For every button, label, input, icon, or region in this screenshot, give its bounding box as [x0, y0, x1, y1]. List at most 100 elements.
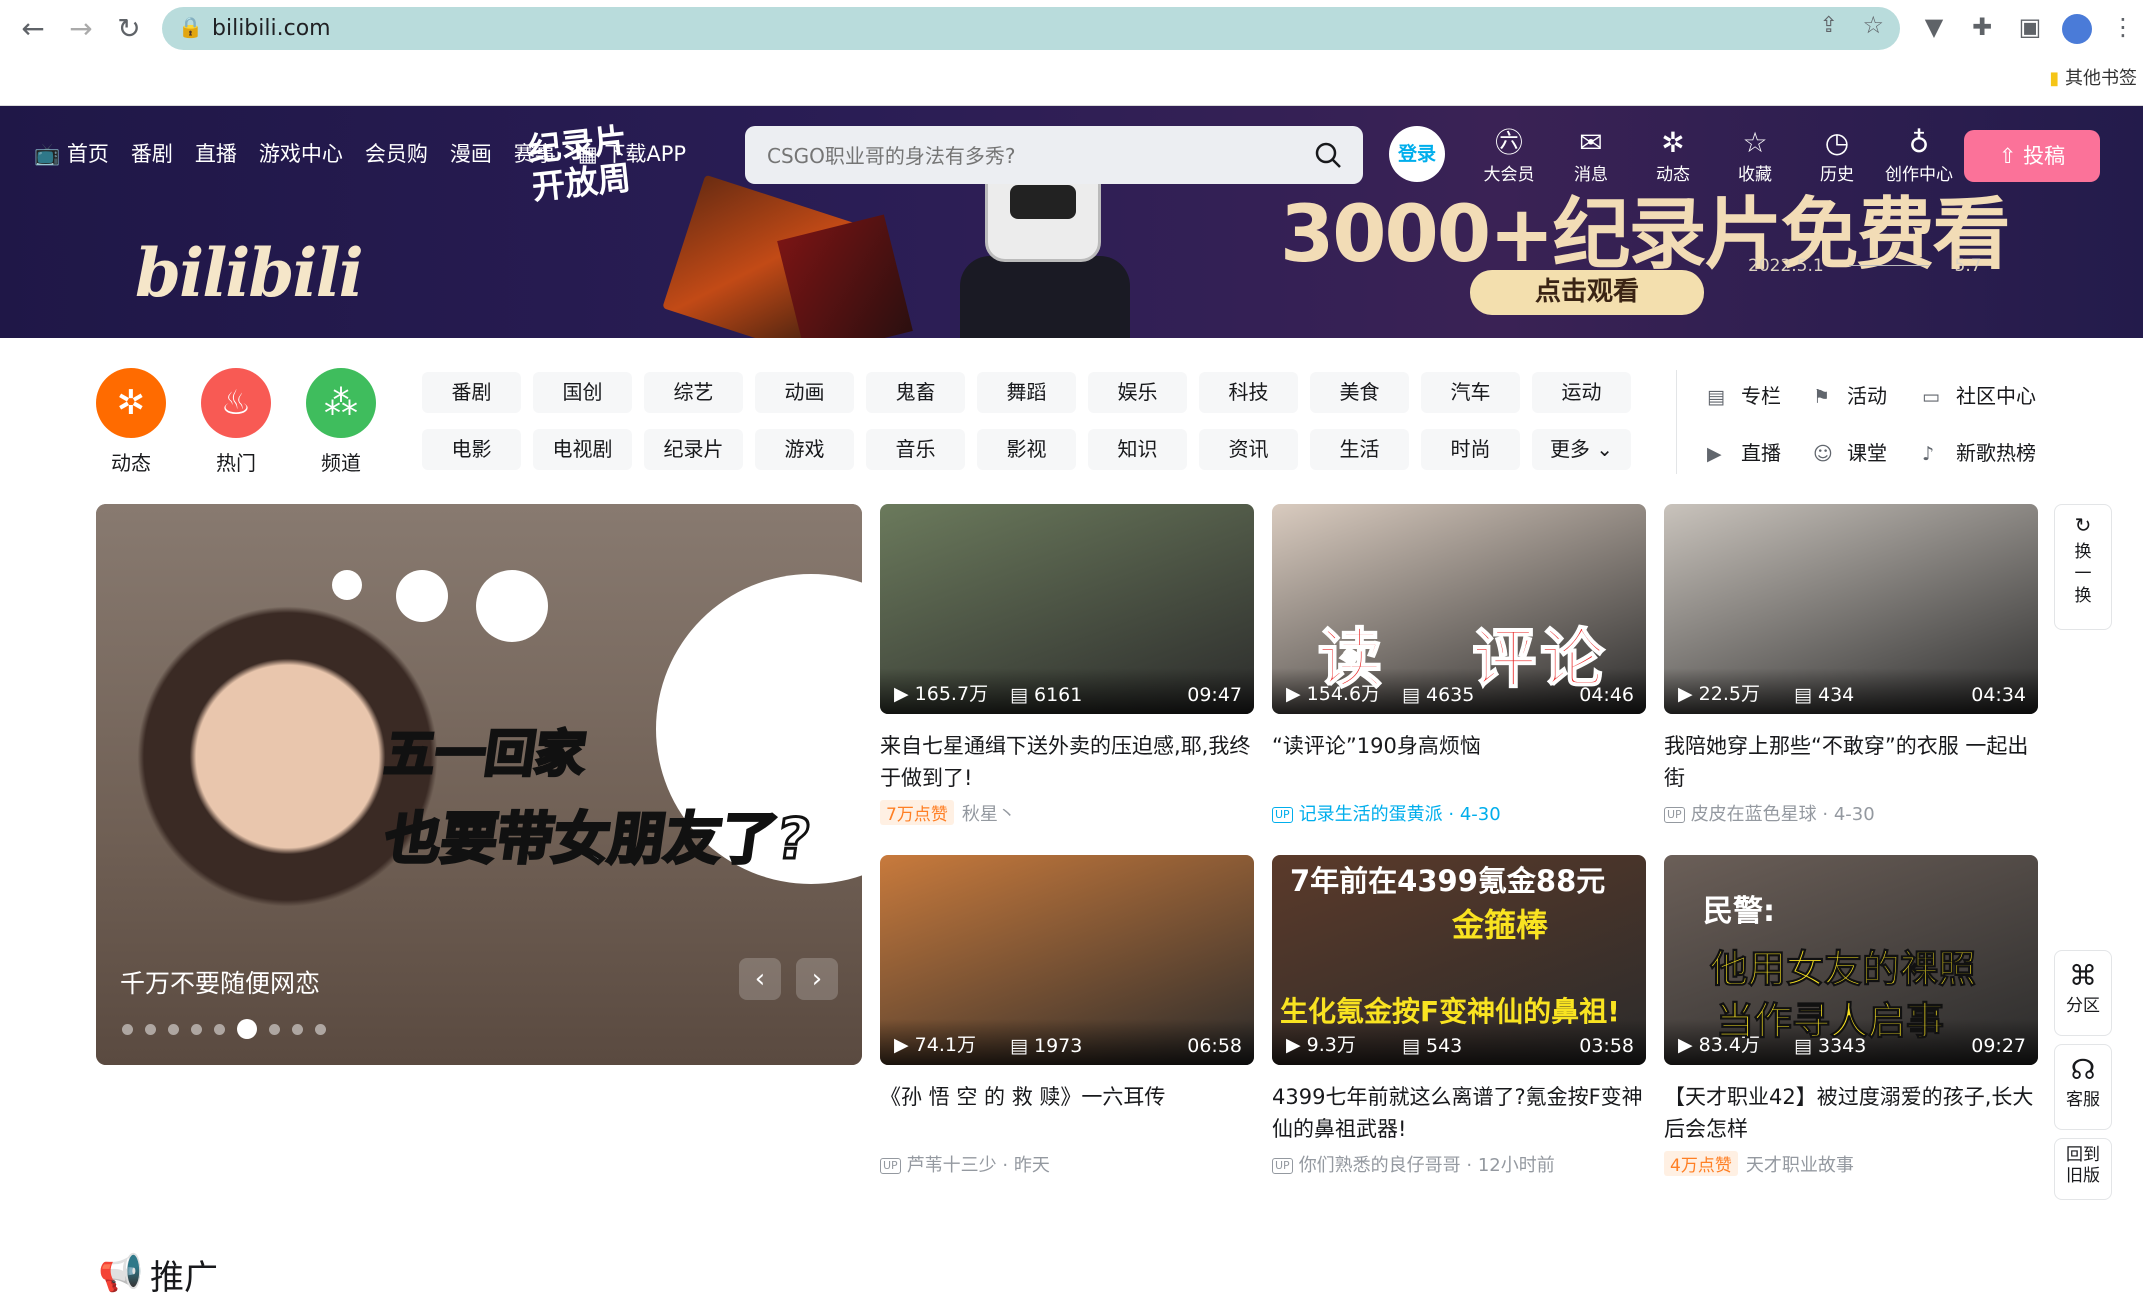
- side-link-column[interactable]: ▤ 专栏: [1707, 380, 1781, 409]
- share-icon[interactable]: ⇪: [1820, 13, 1838, 38]
- carousel-next-button[interactable]: ›: [796, 958, 838, 1000]
- video-card[interactable]: ▶ 74.1万 ▤ 1973 06:58 《孙 悟 空 的 救 赎》一六耳传 UP 芦苇十…: [880, 855, 1254, 1177]
- extensions-puzzle-icon[interactable]: ✚: [1967, 12, 1997, 42]
- creator-item[interactable]: ♁ 创作中心: [1878, 126, 1960, 185]
- nav-download-app[interactable]: ▦ 下载APP: [578, 138, 686, 168]
- nav-match[interactable]: 赛事: [514, 138, 556, 168]
- profile-avatar[interactable]: [2062, 14, 2092, 44]
- banner-cta-button[interactable]: 点击观看: [1470, 270, 1704, 315]
- nav-shop[interactable]: 会员购: [365, 138, 428, 168]
- message-item[interactable]: ✉ 消息: [1550, 126, 1632, 185]
- carousel-dot[interactable]: [214, 1023, 225, 1035]
- carousel-dot[interactable]: [292, 1023, 303, 1035]
- video-thumbnail[interactable]: ▶ 22.5万 ▤ 434 04:34: [1664, 504, 2038, 714]
- carousel-caption[interactable]: 千万不要随便网恋: [120, 964, 320, 1000]
- carousel-prev-button[interactable]: ‹: [739, 958, 781, 1000]
- header-banner[interactable]: 纪录片 开放周 3000+纪录片免费看 2022.5.1 5.7 点击观看 bi…: [0, 106, 2143, 338]
- video-thumbnail[interactable]: ▶ 165.7万 ▤ 6161 09:47: [880, 504, 1254, 714]
- channel-chip[interactable]: 娱乐: [1088, 372, 1187, 413]
- carousel-dot[interactable]: [269, 1023, 280, 1035]
- channel-icon[interactable]: ⁂: [306, 368, 376, 438]
- carousel-dot[interactable]: [122, 1023, 133, 1035]
- side-link-activity[interactable]: ⚑ 活动: [1813, 380, 1887, 409]
- channel-chip[interactable]: 时尚: [1421, 429, 1520, 470]
- carousel-dot[interactable]: [145, 1023, 156, 1035]
- shortcut-hot[interactable]: 热门: [186, 447, 286, 476]
- refresh-button[interactable]: ↻ 换一换: [2054, 504, 2112, 630]
- channel-chip[interactable]: 番剧: [422, 372, 521, 413]
- search-icon[interactable]: [1313, 140, 1343, 170]
- login-button[interactable]: 登录: [1389, 126, 1445, 182]
- shortcut-channel[interactable]: 频道: [291, 447, 391, 476]
- service-button[interactable]: ☊ 客服: [2054, 1044, 2112, 1130]
- carousel-dot[interactable]: [315, 1023, 326, 1035]
- nav-bangumi[interactable]: 番剧: [131, 138, 173, 168]
- video-author[interactable]: 你们熟悉的良仔哥哥: [1299, 1155, 1461, 1176]
- nav-manga[interactable]: 漫画: [450, 138, 492, 168]
- channel-chip[interactable]: 生活: [1310, 429, 1409, 470]
- hero-carousel[interactable]: 五一回家 也要带女朋友了? 千万不要随便网恋 ‹ ›: [96, 504, 862, 1065]
- side-link-music[interactable]: ♪ 新歌热榜: [1922, 437, 2036, 466]
- channel-chip[interactable]: 汽车: [1421, 372, 1520, 413]
- favorites-item[interactable]: ☆ 收藏: [1714, 126, 1796, 185]
- more-channels-button[interactable]: 更多 ⌄: [1532, 429, 1631, 470]
- bilibili-logo[interactable]: bilibili: [135, 234, 364, 312]
- reload-icon[interactable]: ↻: [114, 14, 144, 44]
- channel-chip[interactable]: 舞蹈: [977, 372, 1076, 413]
- channel-chip[interactable]: 音乐: [866, 429, 965, 470]
- channel-chip[interactable]: 美食: [1310, 372, 1409, 413]
- carousel-dot[interactable]: [191, 1023, 202, 1035]
- sidepanel-icon[interactable]: ▣: [2015, 12, 2045, 42]
- video-title[interactable]: 4399七年前就这么离谱了?氪金按F变神仙的鼻祖武器!: [1272, 1081, 1646, 1145]
- old-version-button[interactable]: 回到旧版: [2054, 1138, 2112, 1200]
- channel-chip[interactable]: 国创: [533, 372, 632, 413]
- menu-kebab-icon[interactable]: ⋮: [2108, 12, 2138, 42]
- channel-chip[interactable]: 鬼畜: [866, 372, 965, 413]
- channel-chip[interactable]: 动画: [755, 372, 854, 413]
- side-link-live[interactable]: ▶ 直播: [1707, 437, 1781, 466]
- channel-chip[interactable]: 电影: [422, 429, 521, 470]
- video-title[interactable]: “读评论”190身高烦恼: [1272, 730, 1646, 794]
- shortcut-dynamic[interactable]: 动态: [81, 447, 181, 476]
- nav-game[interactable]: 游戏中心: [259, 138, 343, 168]
- zones-button[interactable]: ⌘ 分区: [2054, 950, 2112, 1036]
- carousel-dots[interactable]: [122, 1019, 326, 1039]
- video-title[interactable]: 来自七星通缉下送外卖的压迫感,耶,我终于做到了!: [880, 730, 1254, 794]
- channel-chip[interactable]: 知识: [1088, 429, 1187, 470]
- channel-chip[interactable]: 运动: [1532, 372, 1631, 413]
- address-bar[interactable]: 🔒 bilibili.com ⇪ ☆: [162, 7, 1900, 50]
- channel-chip[interactable]: 纪录片: [644, 429, 743, 470]
- channel-chip[interactable]: 游戏: [755, 429, 854, 470]
- carousel-dot[interactable]: [168, 1023, 179, 1035]
- video-author[interactable]: 芦苇十三少: [907, 1155, 997, 1176]
- channel-chip[interactable]: 资讯: [1199, 429, 1298, 470]
- channel-chip[interactable]: 综艺: [644, 372, 743, 413]
- nav-home[interactable]: 📺 首页: [34, 138, 109, 168]
- pinwheel-icon[interactable]: ✲: [96, 368, 166, 438]
- history-item[interactable]: ◷ 历史: [1796, 126, 1878, 185]
- channel-chip[interactable]: 电视剧: [533, 429, 632, 470]
- dynamic-item[interactable]: ✲ 动态: [1632, 126, 1714, 185]
- bookmark-other[interactable]: ▮ 其他书签: [2049, 64, 2137, 90]
- video-card[interactable]: ▶ 165.7万 ▤ 6161 09:47 来自七星通缉下送外卖的压迫感,耶,我终于做…: [880, 504, 1254, 826]
- vip-item[interactable]: ㊅大会员: [1468, 126, 1550, 185]
- video-card[interactable]: ▶ 22.5万 ▤ 434 04:34 我陪她穿上那些“不敢穿”的衣服 一起出街 UP 皮…: [1664, 504, 2038, 826]
- upload-button[interactable]: ⇧ 投稿: [1964, 130, 2100, 182]
- search-box[interactable]: [745, 126, 1363, 186]
- channel-chip[interactable]: 科技: [1199, 372, 1298, 413]
- extension-v-icon[interactable]: ▼: [1919, 12, 1949, 42]
- channel-chip[interactable]: 影视: [977, 429, 1076, 470]
- video-author[interactable]: 皮皮在蓝色星球: [1691, 804, 1817, 825]
- forward-icon[interactable]: →: [66, 14, 96, 44]
- side-link-community[interactable]: ▭ 社区中心: [1922, 380, 2036, 409]
- video-title[interactable]: 【天才职业42】被过度溺爱的孩子,长大后会怎样: [1664, 1081, 2038, 1145]
- video-author[interactable]: 天才职业故事: [1746, 1155, 1854, 1176]
- side-link-course[interactable]: ☺ 课堂: [1813, 437, 1887, 466]
- nav-live[interactable]: 直播: [195, 138, 237, 168]
- back-icon[interactable]: ←: [18, 14, 48, 44]
- search-input[interactable]: [765, 126, 1309, 186]
- star-icon[interactable]: ☆: [1862, 11, 1884, 39]
- video-title[interactable]: 《孙 悟 空 的 救 赎》一六耳传: [880, 1081, 1254, 1145]
- fire-icon[interactable]: ♨: [201, 368, 271, 438]
- carousel-dot[interactable]: [237, 1019, 257, 1039]
